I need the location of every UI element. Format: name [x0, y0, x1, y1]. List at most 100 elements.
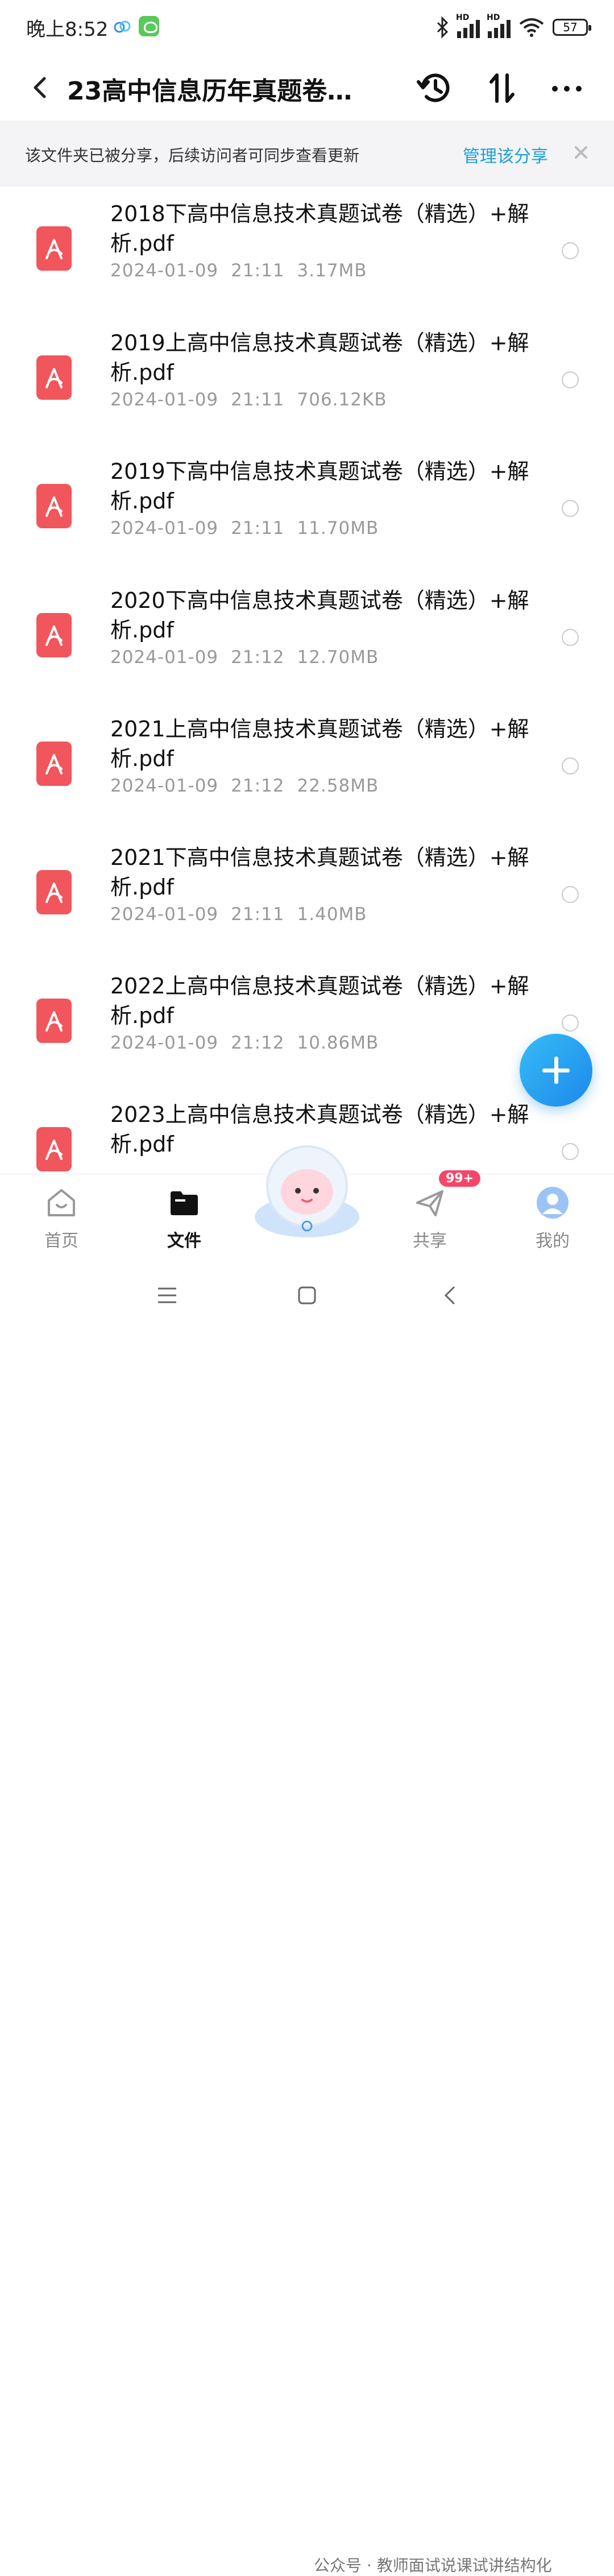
menu-icon[interactable] [156, 1284, 179, 1307]
nav-me[interactable]: 我的 [507, 1174, 598, 1260]
app-notification-icon [139, 16, 159, 36]
file-date: 2024-01-09 [110, 260, 219, 281]
signal-icon-1: HD [456, 13, 480, 38]
pdf-file-icon [36, 870, 72, 914]
file-date: 2024-01-09 [110, 1033, 219, 1053]
close-icon[interactable] [571, 142, 591, 163]
status-icons: HD HD 57 [435, 13, 591, 40]
mascot-icon[interactable] [250, 1137, 364, 1240]
pdf-file-icon [36, 484, 72, 528]
add-button[interactable] [520, 1034, 592, 1107]
pdf-file-icon [36, 742, 72, 786]
history-icon[interactable] [415, 68, 455, 108]
file-time: 21:11 [231, 904, 285, 925]
nav-me-label: 我的 [536, 1231, 570, 1251]
file-name: 2020下高中信息技术真题试卷（精选）+解析.pdf [110, 588, 529, 643]
file-meta: 2024-01-09 21:11 11.70MB [110, 518, 391, 539]
file-list: 2018下高中信息技术真题试卷（精选）+解析.pdf 2024-01-09 21:… [0, 187, 614, 1174]
file-name: 2018下高中信息技术真题试卷（精选）+解析.pdf [110, 201, 529, 256]
nav-home[interactable]: 首页 [16, 1174, 107, 1260]
file-meta: 2024-01-09 21:11 706.12KB [110, 390, 400, 410]
file-date: 2024-01-09 [110, 518, 219, 539]
file-time: 21:11 [231, 390, 285, 410]
file-meta: 2024-01-09 21:12 10.86MB [110, 1033, 391, 1053]
file-size: 12.70MB [297, 647, 379, 668]
pdf-file-icon [36, 226, 72, 271]
select-radio[interactable] [562, 1143, 579, 1160]
header: 23高中信息历年真题卷（... [0, 57, 614, 121]
status-time: 晚上8:52 [26, 18, 109, 41]
file-row[interactable]: 2019上高中信息技术真题试卷（精选）+解析.pdf 2024-01-09 21:… [0, 316, 614, 444]
share-banner-text: 该文件夹已被分享，后续访问者可同步查看更新 [25, 146, 360, 165]
file-time: 21:12 [231, 776, 285, 796]
file-time: 21:12 [231, 647, 285, 668]
pdf-file-icon [36, 1127, 72, 1171]
file-meta: 2024-01-09 21:12 22.58MB [110, 776, 391, 796]
share-badge: 99+ [439, 1170, 481, 1187]
file-date: 2024-01-09 [110, 647, 219, 668]
cloud-icon [114, 20, 131, 33]
share-banner: 该文件夹已被分享，后续访问者可同步查看更新 管理该分享 [0, 121, 614, 187]
file-name: 2019上高中信息技术真题试卷（精选）+解析.pdf [110, 330, 529, 385]
select-radio[interactable] [562, 1014, 579, 1032]
file-size: 706.12KB [297, 390, 387, 410]
file-date: 2024-01-09 [110, 776, 219, 796]
signal-icon-2: HD [487, 13, 511, 38]
folder-icon [171, 1191, 198, 1215]
file-size: 3.17MB [297, 260, 367, 281]
select-radio[interactable] [562, 629, 579, 646]
file-row[interactable]: 2018下高中信息技术真题试卷（精选）+解析.pdf 2024-01-09 21:… [0, 187, 614, 315]
page-title: 23高中信息历年真题卷（... [67, 77, 374, 106]
paper-plane-icon [416, 1190, 443, 1216]
file-name: 2021上高中信息技术真题试卷（精选）+解析.pdf [110, 717, 529, 771]
file-size: 1.40MB [297, 904, 367, 925]
file-size: 11.70MB [297, 518, 379, 539]
hd-label: HD [456, 13, 470, 22]
nav-share[interactable]: 共享 [384, 1174, 475, 1260]
chevron-left-icon[interactable] [25, 71, 59, 105]
pdf-file-icon [36, 999, 72, 1043]
file-time: 21:11 [231, 260, 285, 281]
select-radio[interactable] [562, 500, 579, 517]
file-meta: 2024-01-09 21:12 12.70MB [110, 647, 391, 668]
file-meta: 2024-01-09 21:11 1.40MB [110, 904, 380, 925]
system-nav-bar: 公众号 · 教师面试说课试讲结构化 [0, 1259, 614, 2575]
nav-share-label: 共享 [413, 1231, 447, 1251]
file-size: 10.86MB [297, 1033, 379, 1053]
select-radio[interactable] [562, 757, 579, 775]
watermark: 公众号 · 教师面试说课试讲结构化 [314, 2556, 552, 2575]
manage-share-link[interactable]: 管理该分享 [463, 142, 548, 167]
file-size: 22.58MB [297, 776, 379, 796]
file-date: 2024-01-09 [110, 904, 219, 925]
home-square-icon[interactable] [296, 1284, 318, 1307]
nav-files[interactable]: 文件 [139, 1174, 230, 1260]
more-dots-icon[interactable] [547, 68, 587, 108]
file-meta [110, 1161, 148, 1174]
pdf-file-icon [36, 355, 72, 400]
pdf-file-icon [36, 613, 72, 657]
file-name: 2022上高中信息技术真题试卷（精选）+解析.pdf [110, 974, 529, 1028]
select-radio[interactable] [562, 242, 579, 259]
nav-files-label: 文件 [167, 1231, 201, 1251]
nav-home-label: 首页 [44, 1231, 78, 1251]
select-radio[interactable] [562, 371, 579, 388]
home-icon [48, 1189, 75, 1216]
bluetooth-icon [437, 16, 449, 39]
back-arrow-icon[interactable] [439, 1284, 462, 1307]
battery-icon: 57 [553, 19, 591, 36]
file-row[interactable]: 2020下高中信息技术真题试卷（精选）+解析.pdf 2024-01-09 21:… [0, 573, 614, 702]
file-date: 2024-01-09 [110, 390, 219, 410]
select-radio[interactable] [562, 886, 579, 903]
avatar [537, 1187, 569, 1219]
file-time: 21:12 [231, 1033, 285, 1053]
hd-label: HD [487, 13, 500, 22]
status-bar: 晚上8:52 HD HD 57 [0, 0, 614, 57]
file-row[interactable]: 2021下高中信息技术真题试卷（精选）+解析.pdf 2024-01-09 21:… [0, 830, 614, 959]
sort-icon[interactable] [482, 68, 522, 108]
file-row[interactable]: 2021上高中信息技术真题试卷（精选）+解析.pdf 2024-01-09 21:… [0, 702, 614, 830]
file-meta: 2024-01-09 21:11 3.17MB [110, 260, 380, 281]
battery-level: 57 [563, 20, 578, 34]
file-name: 2021下高中信息技术真题试卷（精选）+解析.pdf [110, 845, 529, 900]
file-row[interactable]: 2019下高中信息技术真题试卷（精选）+解析.pdf 2024-01-09 21:… [0, 444, 614, 573]
file-name: 2019下高中信息技术真题试卷（精选）+解析.pdf [110, 459, 529, 513]
